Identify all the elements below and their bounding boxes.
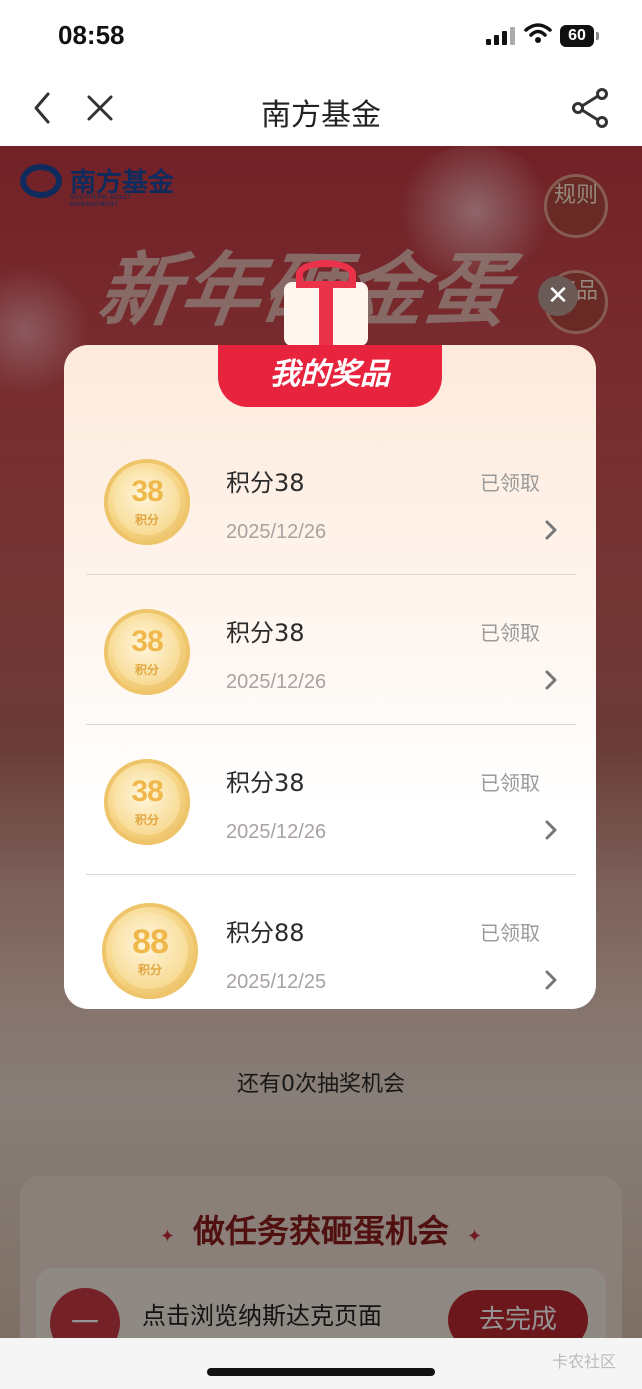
chevron-right-icon[interactable] [544, 819, 558, 841]
nav-bar: 南方基金 [0, 72, 642, 146]
prize-date: 2025/12/26 [226, 821, 327, 843]
coin-unit: 积分 [137, 963, 162, 977]
coin-icon: 38 积分 [104, 459, 190, 545]
gift-box-icon [284, 260, 368, 346]
share-icon[interactable] [570, 88, 610, 128]
prize-modal: 我的奖品 38 积分 积分38 已领取 2025/12/26 38 积分 积分3… [64, 345, 596, 1009]
prize-row[interactable]: 38 积分 积分38 已领取 2025/12/26 [86, 575, 576, 725]
prize-date: 2025/12/26 [226, 671, 327, 693]
modal-title: 我的奖品 [218, 345, 442, 407]
coin-value: 38 [131, 775, 163, 808]
prize-name: 积分38 [226, 619, 305, 647]
page-title: 南方基金 [261, 98, 381, 133]
coin-value: 38 [131, 625, 163, 658]
coin-unit: 积分 [134, 813, 159, 827]
status-time: 08:58 [58, 20, 125, 50]
bottom-bar: 卡农社区 [0, 1338, 642, 1389]
coin-icon: 88 积分 [102, 903, 198, 999]
chevron-right-icon[interactable] [544, 969, 558, 991]
cellular-signal-icon [486, 27, 516, 45]
coin-icon: 38 积分 [104, 609, 190, 695]
battery-icon: 60 [560, 25, 599, 47]
coin-value: 88 [132, 923, 169, 961]
coin-unit: 积分 [134, 513, 159, 527]
chevron-right-icon[interactable] [544, 519, 558, 541]
prize-date: 2025/12/26 [226, 521, 327, 543]
prize-name: 积分38 [226, 469, 305, 497]
coin-value: 38 [131, 475, 163, 508]
prize-date: 2025/12/25 [226, 971, 327, 993]
prize-name: 积分88 [226, 919, 305, 947]
prize-status: 已领取 [480, 621, 540, 645]
prize-row[interactable]: 88 积分 积分88 已领取 2025/12/25 [86, 875, 576, 1009]
prize-row[interactable]: 38 积分 积分38 已领取 2025/12/26 [86, 425, 576, 575]
prize-row[interactable]: 38 积分 积分38 已领取 2025/12/26 [86, 725, 576, 875]
prize-status: 已领取 [480, 921, 540, 945]
coin-icon: 38 积分 [104, 759, 190, 845]
prize-name: 积分38 [226, 769, 305, 797]
chevron-right-icon[interactable] [544, 669, 558, 691]
prize-status: 已领取 [480, 471, 540, 495]
home-indicator[interactable] [207, 1368, 435, 1376]
coin-unit: 积分 [134, 663, 159, 677]
wifi-icon [524, 23, 552, 43]
status-bar: 08:58 60 [0, 0, 642, 72]
prize-status: 已领取 [480, 771, 540, 795]
watermark: 卡农社区 [552, 1352, 617, 1371]
modal-close-icon[interactable]: ✕ [538, 276, 578, 316]
